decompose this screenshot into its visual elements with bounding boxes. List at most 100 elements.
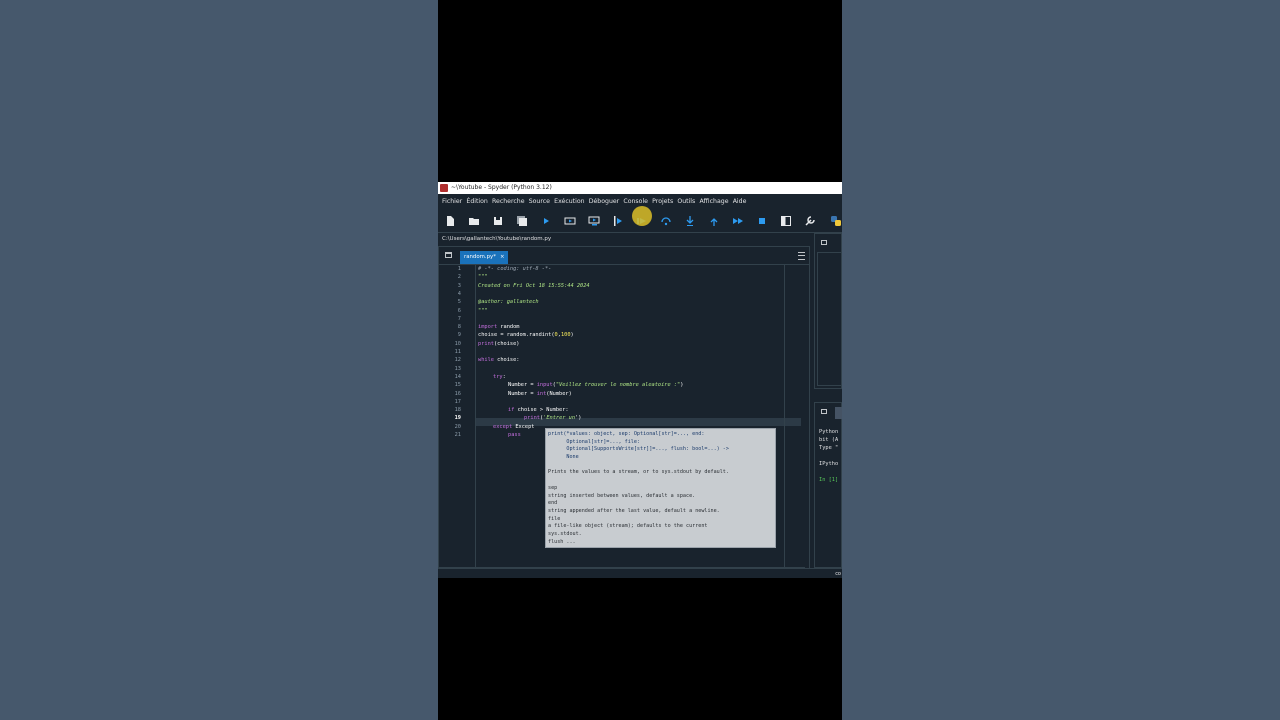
preferences-icon[interactable]: [804, 215, 816, 227]
step-return-icon[interactable]: [708, 215, 720, 227]
keyword: try: [493, 373, 503, 380]
calltip-line: flush ...: [548, 538, 576, 545]
menu-source[interactable]: Source: [527, 195, 552, 209]
python-path-icon[interactable]: [830, 215, 842, 227]
string-literal: "Veillez trouver le nombre aleatoire :": [555, 382, 681, 389]
step-over-icon[interactable]: [660, 215, 672, 227]
hamburger-menu-icon[interactable]: [798, 252, 805, 260]
run-selection-icon[interactable]: [612, 215, 624, 227]
line-number-current: 19: [454, 415, 461, 422]
code-line-5: @author: gallantech: [478, 298, 539, 306]
new-file-icon[interactable]: [444, 215, 456, 227]
keyword: while: [478, 357, 494, 364]
ipython-console-pane[interactable]: Python bit (A Type " IPytho In [1]: [814, 402, 842, 568]
line-number: 10: [454, 340, 461, 347]
close-tab-icon[interactable]: ×: [500, 254, 505, 260]
variable-explorer-content: [817, 252, 842, 386]
docstring-text: """: [478, 274, 488, 281]
status-bar: co: [438, 568, 842, 578]
pane-options-icon[interactable]: [445, 252, 452, 258]
code-line-14: try:: [493, 373, 506, 381]
calltip-line: Prints the values to a stream, or to sys…: [548, 469, 729, 476]
console-line: IPytho: [819, 461, 839, 467]
builtin: int: [536, 390, 547, 397]
code-text: (Number): [546, 390, 572, 397]
pane-options-icon[interactable]: [821, 409, 827, 414]
calltip-line: sep: [548, 484, 558, 491]
calltip-line: [548, 462, 773, 470]
pane-options-icon[interactable]: [821, 240, 827, 245]
spyder-app-icon: [440, 184, 448, 192]
line-number: 13: [454, 365, 461, 372]
calltip-line: end: [548, 500, 558, 507]
stop-icon[interactable]: [756, 215, 768, 227]
line-number-gutter: 1 2 3 4 5 6 7 8 9 10 11 12 13 14 15 16 1: [439, 265, 476, 567]
menu-edition[interactable]: Édition: [464, 195, 490, 209]
run-icon[interactable]: [540, 215, 552, 227]
code-line-6: """: [478, 307, 488, 315]
code-text: '): [575, 415, 582, 422]
code-line-19: print('Entrer un'): [524, 414, 581, 422]
line-number: 4: [457, 290, 461, 297]
line-number: 11: [454, 349, 461, 355]
line-number: 6: [457, 307, 461, 314]
code-text: ): [680, 382, 684, 389]
working-directory-path[interactable]: C:\Users\gallantech\Youtube\random.py: [438, 233, 812, 245]
code-line-21: pass: [508, 431, 521, 439]
right-background: [842, 0, 1280, 720]
code-line-20: except Except: [493, 423, 534, 431]
code-line-18: if choise > Number:: [508, 406, 569, 414]
menu-aide[interactable]: Aide: [731, 195, 749, 209]
builtin: print: [524, 415, 540, 422]
line-number: 20: [454, 423, 461, 430]
tab-random-py[interactable]: random.py* ×: [460, 251, 509, 264]
code-line-12: while choise:: [478, 356, 519, 364]
save-all-icon[interactable]: [516, 215, 528, 227]
code-text: Number =: [508, 382, 537, 389]
line-number: 2: [457, 274, 461, 281]
left-background: [0, 0, 438, 720]
code-line-16: Number = int(Number): [508, 390, 572, 398]
line-number: 5: [457, 299, 461, 306]
maximize-pane-icon[interactable]: [780, 215, 792, 227]
code-line-10: print(choise): [478, 340, 519, 348]
line-number: 14: [454, 373, 461, 380]
continue-icon[interactable]: [732, 215, 744, 227]
keyword: except: [493, 423, 513, 430]
keyword: import: [478, 324, 498, 331]
window-title: ~\Youtube - Spyder (Python 3.12): [451, 184, 552, 191]
status-text: co: [835, 571, 841, 577]
run-cell-icon[interactable]: [564, 215, 576, 227]
menu-affichage[interactable]: Affichage: [697, 195, 730, 209]
code-text: choise:: [493, 357, 520, 364]
code-line-15: Number = input("Veillez trouver le nombr…: [508, 381, 683, 389]
line-length-guide: [784, 265, 785, 567]
step-into-icon[interactable]: [684, 215, 696, 227]
menu-outils[interactable]: Outils: [675, 195, 697, 209]
line-number: 17: [454, 398, 461, 405]
console-line: Type ": [819, 445, 839, 451]
menu-execution[interactable]: Exécution: [552, 195, 587, 209]
editor-tab-row: random.py* ×: [439, 247, 809, 265]
code-text: ): [570, 332, 574, 339]
builtin: input: [536, 382, 553, 389]
menu-deboguer[interactable]: Déboguer: [587, 195, 622, 209]
code-line-1: # -*- coding: utf-8 -*-: [478, 265, 551, 273]
code-text: random: [497, 324, 520, 331]
save-icon[interactable]: [492, 215, 504, 227]
calltip-line: [548, 477, 773, 485]
video-frame: ~\Youtube - Spyder (Python 3.12) Fichier…: [438, 0, 842, 720]
menu-projets[interactable]: Projets: [650, 195, 675, 209]
code-line-9: choise = random.randint(0,100): [478, 331, 574, 339]
run-cell-advance-icon[interactable]: [588, 215, 600, 227]
editor-scrollbar[interactable]: [805, 283, 809, 578]
open-folder-icon[interactable]: [468, 215, 480, 227]
code-text: choise > Number:: [514, 407, 569, 414]
menu-recherche[interactable]: Recherche: [490, 195, 527, 209]
calltip-line: Optional[SupportsWrite[str]]=..., flush:…: [548, 446, 729, 453]
console-tab[interactable]: [835, 407, 842, 419]
calltip-line: print(*values: object, sep: Optional[str…: [548, 431, 705, 437]
code-text: choise = random.randint(: [478, 332, 555, 339]
menu-fichier[interactable]: Fichier: [438, 195, 464, 209]
line-number: 7: [457, 315, 461, 322]
